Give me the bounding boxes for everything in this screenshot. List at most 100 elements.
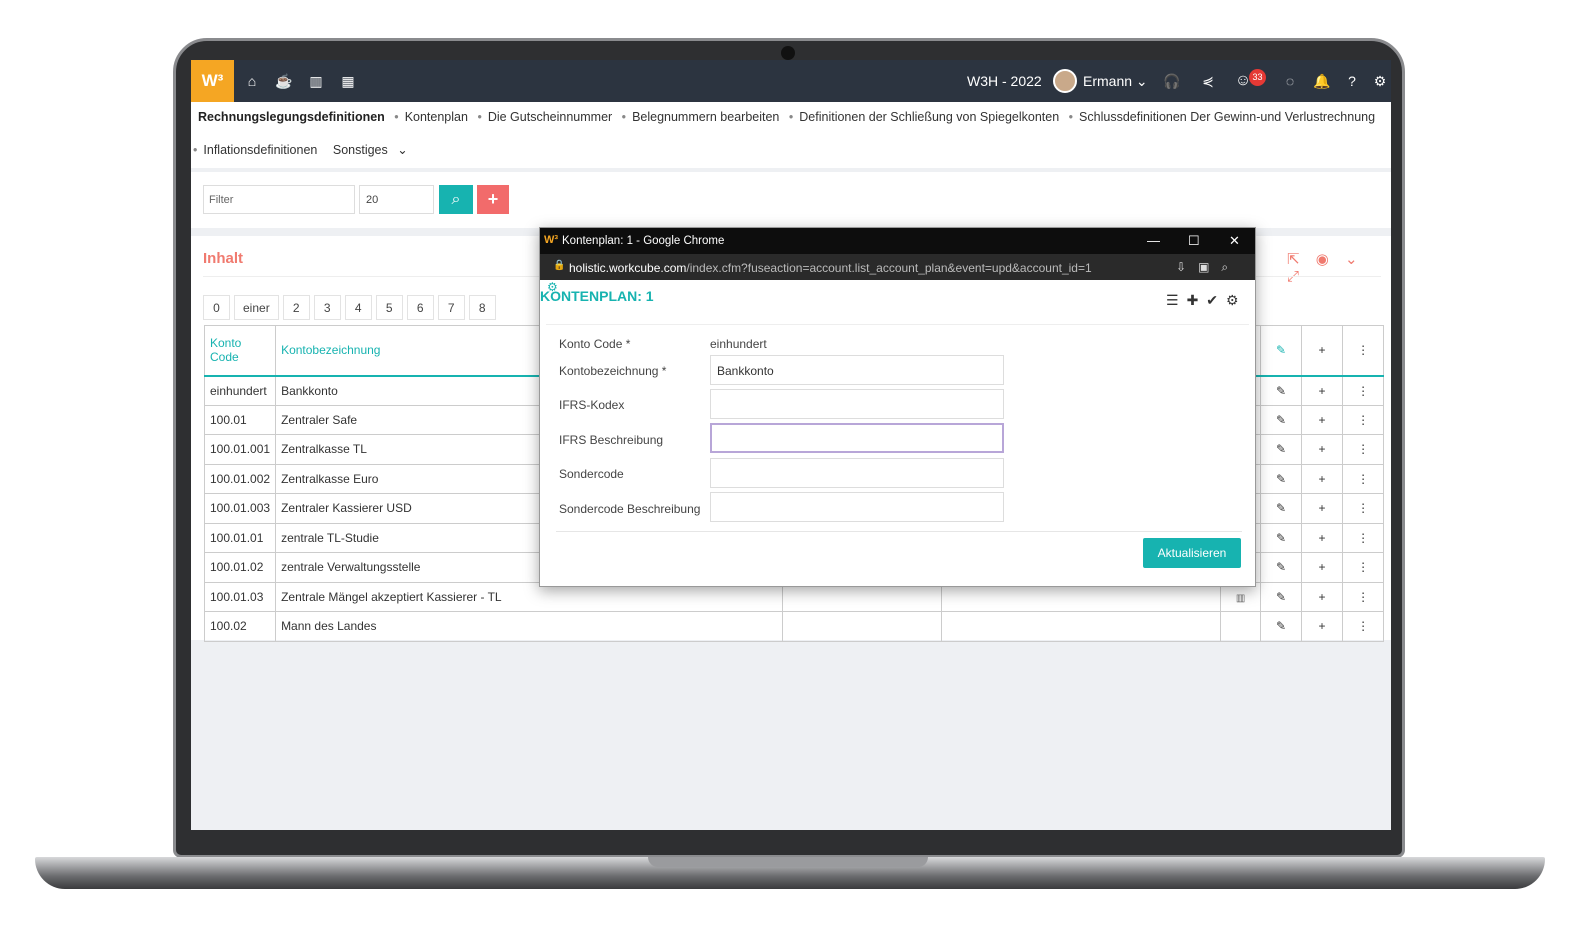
gear-icon[interactable]: ⚙ [1226,292,1239,308]
list-icon[interactable]: ☰ [1166,292,1179,308]
camera [781,46,795,60]
url-text: holistic.workcube.com/index.cfm?fuseacti… [569,261,1092,275]
page-button[interactable]: 4 [344,295,372,320]
menu-item-rechnungslegungsdefinitionen[interactable]: Rechnungslegungsdefinitionen [198,110,385,124]
plus-icon[interactable]: + [1301,493,1344,524]
sondercode-field[interactable] [710,458,1004,488]
chat-icon[interactable]: ◌ [1281,72,1299,90]
calendar-icon[interactable]: ▦ [339,72,357,90]
menu-item-sonstiges[interactable]: Sonstiges ⌄ [333,143,414,157]
more-icon[interactable]: ⋮ [1342,375,1385,406]
more-icon[interactable]: ⋮ [1342,522,1385,553]
lock-icon: 🔒 [553,260,566,271]
add-button[interactable]: + [477,185,509,214]
pencil-icon[interactable]: ✎ [1260,581,1303,612]
translate-icon[interactable]: ▣ [1198,260,1209,274]
sondercode-beschreibung-field[interactable] [710,492,1004,522]
help-icon[interactable]: ? [1343,72,1361,90]
pencil-icon[interactable]: ✎ [1260,611,1303,642]
ifrs-kodex-field[interactable] [710,389,1004,419]
pencil-icon[interactable]: ✎ [1260,552,1303,583]
download-icon[interactable]: ⇩ [1176,260,1186,274]
address-bar[interactable]: 🔒 holistic.workcube.com/index.cfm?fuseac… [540,254,1255,280]
user-menu[interactable]: Ermann ⌄ [1083,73,1148,90]
bar-chart-icon[interactable]: ▥ [307,72,325,90]
pencil-icon[interactable]: ✎ [1260,325,1303,377]
menu-item-inflationsdefinitionen[interactable]: Inflationsdefinitionen [203,143,317,157]
pencil-icon[interactable]: ✎ [1260,404,1303,435]
check-icon[interactable]: ✔ [1206,292,1218,308]
app-logo[interactable]: W³ [191,60,234,102]
page-button[interactable]: 8 [468,295,496,320]
plus-icon[interactable]: + [1301,325,1344,377]
period-selector[interactable]: W3H - 2022 [967,73,1042,89]
plus-icon[interactable]: + [1301,463,1344,494]
cell-konto-code: 100.01.003 [203,493,277,524]
cell-konto-code: 100.01.01 [203,522,277,553]
filter-input[interactable]: Filter [203,185,355,214]
menu-item-schlussdefinitionen[interactable]: Schlussdefinitionen Der Gewinn-und Verlu… [1079,110,1375,124]
menu-item-spiegelkonten[interactable]: Definitionen der Schließung von Spiegelk… [799,110,1059,124]
zoom-icon[interactable]: ⌕ [1221,260,1228,274]
more-icon[interactable]: ⋮ [1342,581,1385,612]
gear-icon[interactable]: ⚙ [1371,72,1389,90]
more-icon[interactable]: ⋮ [1342,404,1385,435]
more-icon[interactable]: ⋮ [1342,463,1385,494]
headset-icon[interactable]: 🎧 [1163,72,1181,90]
pencil-icon[interactable]: ✎ [1260,463,1303,494]
page-button[interactable]: einer [234,295,279,320]
cell-konto-code: einhundert [203,375,277,406]
konto-code-value: einhundert [710,337,767,351]
chevron-down-icon: ⌄ [1135,73,1148,89]
plus-icon[interactable]: + [1301,375,1344,406]
minimize-icon[interactable]: — [1147,233,1160,248]
close-icon[interactable]: ✕ [1229,233,1240,249]
more-icon[interactable]: ⋮ [1342,552,1385,583]
maximize-icon[interactable]: ☐ [1188,233,1200,249]
report-icon[interactable]: ▥ [1236,593,1245,604]
page-button[interactable]: 5 [375,295,403,320]
column-header-code[interactable]: Konto Code [203,325,277,377]
plus-icon[interactable]: + [1301,581,1344,612]
page-button[interactable]: 3 [313,295,341,320]
menu-item-kontenplan[interactable]: Kontenplan [405,110,468,124]
bell-icon[interactable]: 🔔 [1313,72,1331,90]
plus-icon[interactable]: + [1301,552,1344,583]
plus-icon[interactable]: + [1301,611,1344,642]
eye-icon[interactable]: ◉ [1316,251,1329,268]
more-icon[interactable]: ⋮ [1342,611,1385,642]
search-button[interactable]: ⌕ [439,185,473,214]
bullet-icon: • [621,110,627,124]
export-icon[interactable]: ⇱ [1287,251,1300,268]
menu-item-gutscheinnummer[interactable]: Die Gutscheinnummer [488,110,612,124]
kontobezeichnung-field[interactable]: Bankkonto [710,355,1004,385]
plus-icon[interactable]: + [1301,434,1344,465]
home-icon[interactable]: ⌂ [243,72,261,90]
update-button[interactable]: Aktualisieren [1143,538,1241,568]
more-icon[interactable]: ⋮ [1342,493,1385,524]
chevron-down-icon[interactable]: ⌄ [1345,251,1358,268]
cell-konto-code: 100.01.02 [203,552,277,583]
page-button[interactable]: 0 [203,295,230,320]
page-button[interactable]: 2 [282,295,310,320]
page-button[interactable]: 7 [437,295,465,320]
plus-icon[interactable]: + [1301,522,1344,553]
share-icon[interactable]: ⋞ [1199,72,1217,90]
pencil-icon[interactable]: ✎ [1260,522,1303,553]
table-row[interactable]: 100.02 Mann des Landes ✎ + ⋮ [203,611,1385,642]
menu-item-belegnummern[interactable]: Belegnummern bearbeiten [632,110,779,124]
pencil-icon[interactable]: ✎ [1260,375,1303,406]
pencil-icon[interactable]: ✎ [1260,493,1303,524]
pencil-icon[interactable]: ✎ [1260,434,1303,465]
plus-icon[interactable]: + [1301,404,1344,435]
more-icon[interactable]: ⋮ [1342,434,1385,465]
page-button[interactable]: 6 [406,295,434,320]
more-icon[interactable]: ⋮ [1342,325,1385,377]
submenu-line-2: • Inflationsdefinitionen Sonstiges ⌄ [193,142,420,157]
avatar[interactable] [1053,69,1077,93]
rows-per-page-input[interactable]: 20 [359,185,434,214]
filter-bar: Filter 20 ⌕ + [191,172,1391,228]
coffee-icon[interactable]: ☕ [275,72,293,90]
ifrs-beschreibung-field[interactable] [710,423,1004,453]
plus-icon[interactable]: ✚ [1187,292,1199,308]
